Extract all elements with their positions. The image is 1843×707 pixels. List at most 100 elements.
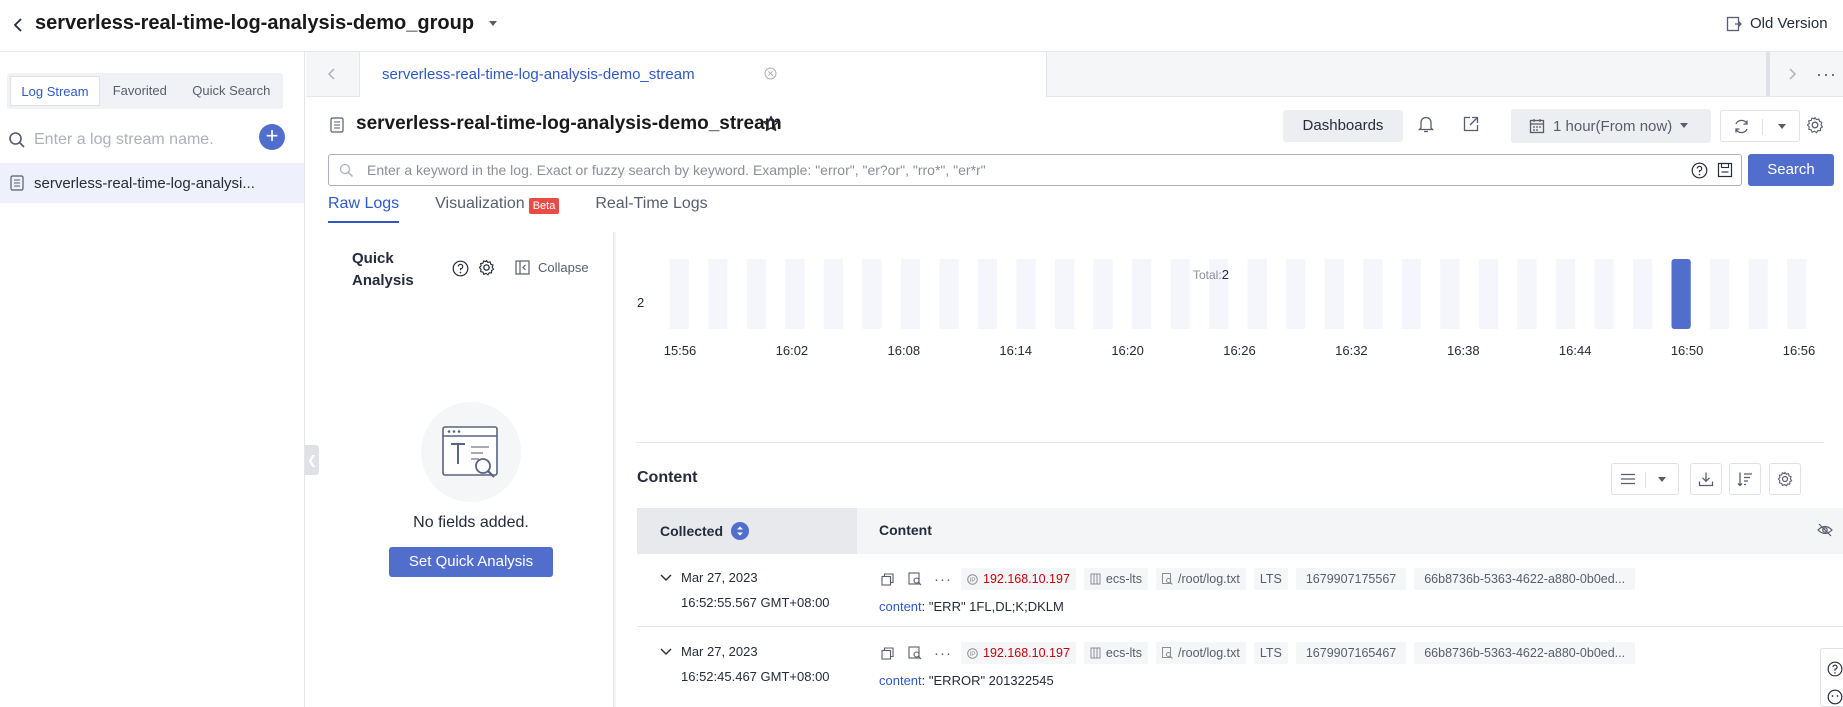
copy-icon[interactable] bbox=[877, 569, 897, 589]
download-button[interactable] bbox=[1690, 463, 1722, 495]
sort-icon[interactable] bbox=[731, 522, 750, 540]
eye-off-icon[interactable] bbox=[1817, 523, 1833, 537]
id-tag[interactable]: 66b8736b-5363-4622-a880-0b0ed... bbox=[1414, 568, 1636, 590]
dashboards-button[interactable]: Dashboards bbox=[1283, 110, 1403, 142]
context-view-icon[interactable] bbox=[905, 569, 925, 589]
tab-open-stream[interactable]: serverless-real-time-log-analysis-demo_s… bbox=[359, 52, 1047, 97]
save-icon[interactable] bbox=[1717, 162, 1733, 178]
stream-doc-icon bbox=[330, 117, 344, 133]
tab-quick-search[interactable]: Quick Search bbox=[180, 73, 283, 109]
chart-bar[interactable] bbox=[1671, 259, 1691, 329]
caret-down-icon[interactable] bbox=[1658, 477, 1666, 483]
search-icon bbox=[339, 163, 354, 178]
old-version-link[interactable]: Old Version bbox=[1726, 15, 1828, 32]
sidebar-item-stream[interactable]: serverless-real-time-log-analysi... bbox=[0, 163, 304, 203]
more-dots-icon[interactable]: ··· bbox=[933, 643, 953, 663]
host-tag[interactable]: ecs-lts bbox=[1083, 568, 1149, 590]
more-dots-icon[interactable]: ··· bbox=[1816, 64, 1837, 85]
sidebar-item-label: serverless-real-time-log-analysi... bbox=[34, 174, 255, 192]
category-tag[interactable]: LTS bbox=[1253, 568, 1288, 590]
copy-icon[interactable] bbox=[877, 643, 897, 663]
chart-bar-track bbox=[1787, 259, 1807, 329]
content-colon: : bbox=[921, 673, 929, 688]
context-view-icon[interactable] bbox=[905, 643, 925, 663]
chevron-right-icon[interactable] bbox=[1786, 66, 1798, 82]
stream-search-input[interactable] bbox=[34, 126, 254, 154]
tab-raw-logs[interactable]: Raw Logs bbox=[328, 193, 400, 223]
star-icon[interactable] bbox=[762, 115, 780, 133]
sidebar-collapse-handle[interactable]: ❮ bbox=[305, 445, 319, 475]
x-axis-tick: 16:50 bbox=[1671, 343, 1704, 358]
ip-tag[interactable]: IP 192.168.10.197 bbox=[961, 568, 1076, 590]
chart-bar-track bbox=[900, 259, 921, 329]
close-icon[interactable] bbox=[764, 67, 777, 80]
chevron-down-icon[interactable] bbox=[660, 573, 672, 583]
path-tag[interactable]: /root/log.txt bbox=[1156, 642, 1246, 664]
host-icon bbox=[1090, 647, 1101, 659]
file-search-icon bbox=[1162, 573, 1173, 585]
refresh-icon[interactable] bbox=[1733, 118, 1750, 135]
ip-tag[interactable]: IP 192.168.10.197 bbox=[961, 642, 1076, 664]
chevron-left-icon[interactable] bbox=[326, 66, 338, 82]
group-dropdown-caret-icon[interactable] bbox=[488, 20, 498, 28]
stream-search bbox=[8, 124, 288, 156]
host-tag[interactable]: ecs-lts bbox=[1083, 642, 1149, 664]
search-button[interactable]: Search bbox=[1748, 154, 1834, 186]
help-icon[interactable] bbox=[452, 260, 469, 277]
log-table-header: Collected Content bbox=[637, 508, 1843, 554]
category-tag[interactable]: LTS bbox=[1253, 642, 1288, 664]
tab-favorited[interactable]: Favorited bbox=[100, 73, 180, 109]
chart-bar-track bbox=[1632, 259, 1653, 329]
row-tools: ··· IP 192.168.10.197 ecs-lts /root/log.… bbox=[877, 642, 1636, 664]
tab-log-stream[interactable]: Log Stream bbox=[10, 76, 100, 106]
help-icon[interactable] bbox=[1827, 661, 1843, 677]
list-view-toggle[interactable] bbox=[1611, 463, 1679, 495]
file-search-icon bbox=[1162, 647, 1173, 659]
tab-real-time-logs[interactable]: Real-Time Logs bbox=[595, 193, 707, 223]
table-row: Mar 27, 2023 16:52:45.467 GMT+08:00 ··· … bbox=[637, 629, 1843, 701]
external-link-icon[interactable] bbox=[1462, 115, 1480, 133]
sidebar-tabs: Log Stream Favorited Quick Search bbox=[7, 73, 283, 109]
log-search-input[interactable] bbox=[367, 158, 1667, 182]
content-section-title: Content bbox=[637, 469, 698, 486]
collapse-button[interactable]: Collapse bbox=[515, 260, 589, 275]
time-range-selector[interactable]: 1 hour(From now) bbox=[1511, 109, 1711, 143]
chevron-down-icon[interactable] bbox=[660, 647, 672, 657]
tab-strip-scrollbar bbox=[1766, 52, 1770, 97]
help-icon[interactable] bbox=[1691, 162, 1708, 179]
bell-icon[interactable] bbox=[1417, 114, 1435, 134]
feedback-icon[interactable] bbox=[1827, 689, 1843, 705]
log-results-panel: Total:2 2 15:56 16:02 16:08 16:14 16:20 16:26… bbox=[616, 232, 1843, 707]
host-value: ecs-lts bbox=[1105, 646, 1143, 660]
quick-analysis-title: Quick Analysis bbox=[352, 250, 414, 289]
tab-visualization[interactable]: Visualization Beta bbox=[435, 193, 560, 223]
back-arrow-icon[interactable] bbox=[8, 15, 28, 35]
host-value: ecs-lts bbox=[1105, 572, 1143, 586]
y-axis-tick: 2 bbox=[637, 295, 644, 310]
column-collected-header[interactable]: Collected bbox=[637, 508, 857, 554]
ip-icon: IP bbox=[967, 573, 978, 585]
content-key[interactable]: content bbox=[879, 673, 922, 688]
sort-fields-button[interactable] bbox=[1729, 463, 1761, 495]
chart-bar-track bbox=[1170, 259, 1190, 329]
gear-icon[interactable] bbox=[1806, 116, 1824, 134]
content-key[interactable]: content bbox=[879, 599, 922, 614]
caret-down-icon[interactable] bbox=[1778, 124, 1786, 130]
timestamp-tag[interactable]: 1679907175567 bbox=[1295, 568, 1407, 590]
add-stream-button[interactable]: + bbox=[259, 124, 285, 150]
timestamp-tag[interactable]: 1679907165467 bbox=[1295, 642, 1407, 664]
log-histogram-chart: Total:2 2 15:56 16:02 16:08 16:14 16:20 16:26… bbox=[637, 259, 1815, 358]
content-value: "ERROR" 201322545 bbox=[928, 673, 1054, 688]
old-version-label: Old Version bbox=[1750, 15, 1828, 32]
chart-bar-track bbox=[1517, 259, 1537, 329]
refresh-button[interactable] bbox=[1720, 110, 1800, 142]
path-tag[interactable]: /root/log.txt bbox=[1156, 568, 1246, 590]
content-settings-button[interactable] bbox=[1769, 463, 1801, 495]
floating-help-toolbar[interactable] bbox=[1820, 648, 1843, 707]
set-quick-analysis-button[interactable]: Set Quick Analysis bbox=[389, 547, 553, 577]
chart-bar-track bbox=[1363, 259, 1383, 329]
id-tag[interactable]: 66b8736b-5363-4622-a880-0b0ed... bbox=[1414, 642, 1636, 664]
path-value: /root/log.txt bbox=[1178, 646, 1240, 660]
gear-icon[interactable] bbox=[478, 259, 495, 276]
more-dots-icon[interactable]: ··· bbox=[933, 569, 953, 589]
